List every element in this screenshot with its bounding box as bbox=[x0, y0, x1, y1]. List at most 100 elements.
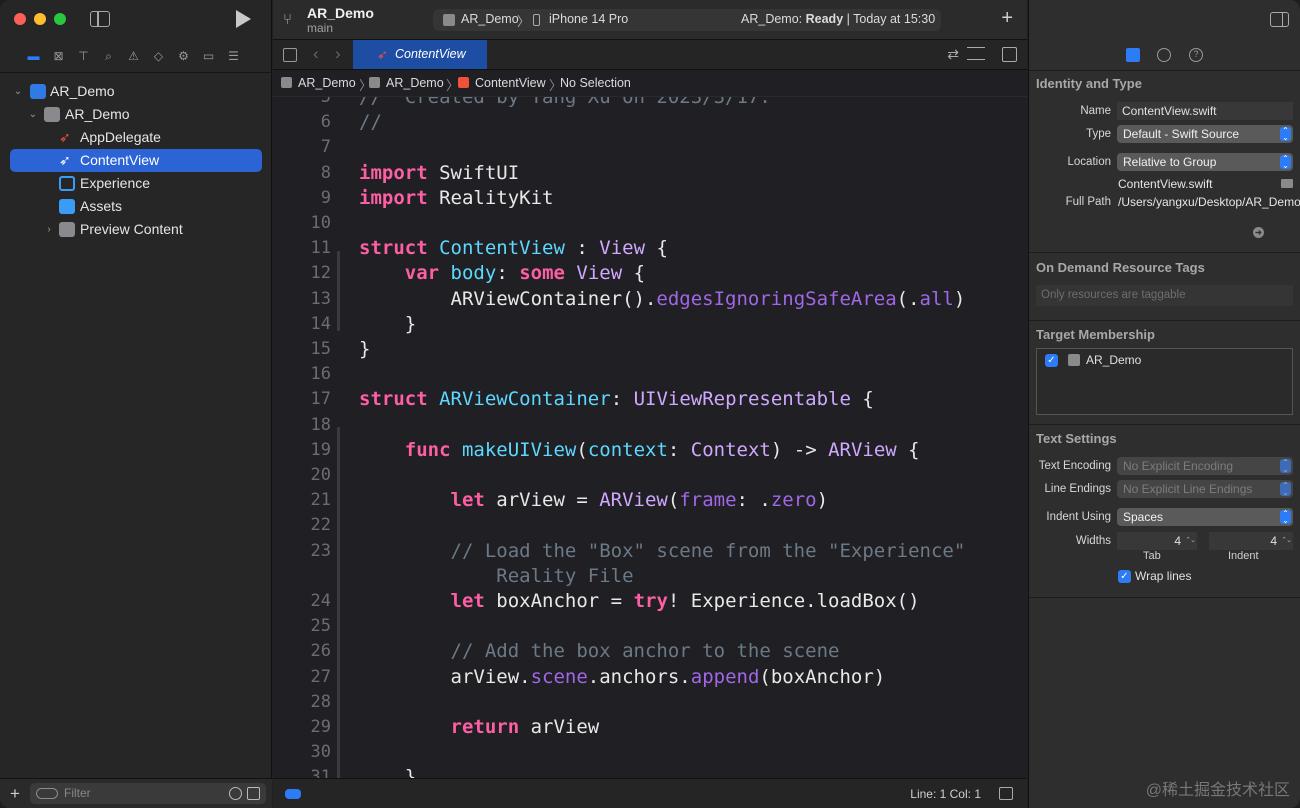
line-number[interactable]: 25 bbox=[273, 614, 331, 639]
code-line[interactable]: 16 bbox=[273, 362, 1027, 387]
panel-toggle-icon[interactable] bbox=[999, 787, 1013, 800]
line-number[interactable]: 10 bbox=[273, 211, 331, 236]
code-line[interactable]: Reality File bbox=[273, 564, 1027, 589]
line-number[interactable]: 18 bbox=[273, 413, 331, 438]
line-number[interactable]: 15 bbox=[273, 337, 331, 362]
line-number[interactable]: 28 bbox=[273, 690, 331, 715]
code-line[interactable]: 19 func makeUIView(context: Context) -> … bbox=[273, 438, 1027, 463]
code-line[interactable]: 20 bbox=[273, 463, 1027, 488]
code-line[interactable]: 24 let boxAnchor = try! Experience.loadB… bbox=[273, 589, 1027, 614]
filter-input[interactable]: Filter bbox=[30, 783, 266, 804]
location-popup[interactable]: Relative to Group ⌃ ⌄ bbox=[1117, 153, 1293, 171]
tree-item-project[interactable]: ⌄ AR_Demo bbox=[0, 80, 272, 103]
issue-icon[interactable]: ⚠ bbox=[126, 49, 141, 63]
code-line[interactable]: 18 bbox=[273, 413, 1027, 438]
inspector-toggle-icon[interactable] bbox=[1270, 12, 1289, 27]
code-line[interactable]: 22 bbox=[273, 513, 1027, 538]
project-title[interactable]: AR_Demo bbox=[307, 5, 374, 21]
code-line[interactable]: 8 import SwiftUI bbox=[273, 161, 1027, 186]
tree-item-group[interactable]: ⌄ AR_Demo bbox=[0, 103, 272, 126]
code-line[interactable]: 6 // bbox=[273, 110, 1027, 135]
wrap-lines-checkbox[interactable]: ✓ bbox=[1118, 570, 1131, 583]
code-line[interactable]: 15} bbox=[273, 337, 1027, 362]
tab-width-stepper[interactable]: 4 bbox=[1117, 532, 1197, 550]
reveal-in-finder-icon[interactable]: ➜ bbox=[1253, 227, 1264, 238]
code-line[interactable]: 21 let arView = ARView(frame: .zero) bbox=[273, 488, 1027, 513]
tree-item-experience[interactable]: Experience bbox=[0, 172, 272, 195]
back-button[interactable]: ‹ bbox=[313, 44, 319, 64]
chevron-right-icon[interactable]: › bbox=[44, 218, 54, 241]
code-line[interactable]: 26 // Add the box anchor to the scene bbox=[273, 639, 1027, 664]
run-button[interactable] bbox=[236, 10, 251, 28]
tags-field[interactable]: Only resources are taggable bbox=[1036, 285, 1293, 306]
add-file-button[interactable]: + bbox=[10, 784, 20, 804]
line-number[interactable]: 31 bbox=[273, 765, 331, 778]
jumpbar-symbol[interactable]: No Selection bbox=[560, 76, 631, 90]
code-line[interactable]: 5 // Created by Yang Xu on 2023/3/17. bbox=[273, 97, 1027, 110]
scm-filter-icon[interactable] bbox=[247, 787, 260, 800]
code-line[interactable]: 11 struct ContentView : View { bbox=[273, 236, 1027, 261]
split-editor-icon[interactable] bbox=[1002, 47, 1017, 62]
code-line[interactable]: 23 // Load the "Box" scene from the "Exp… bbox=[273, 539, 1027, 564]
line-number[interactable]: 27 bbox=[273, 665, 331, 690]
code-line[interactable]: 31 } bbox=[273, 765, 1027, 778]
line-number[interactable]: 19 bbox=[273, 438, 331, 463]
line-number[interactable]: 26 bbox=[273, 639, 331, 664]
library-plus-icon[interactable]: + bbox=[1001, 7, 1013, 30]
tree-item-appdelegate[interactable]: ➶ AppDelegate bbox=[0, 126, 272, 149]
jumpbar-project[interactable]: AR_Demo bbox=[281, 76, 356, 90]
line-number[interactable]: 13 bbox=[273, 287, 331, 312]
related-items-icon[interactable] bbox=[283, 48, 297, 62]
close-window-button[interactable] bbox=[14, 13, 26, 25]
line-number[interactable]: 16 bbox=[273, 362, 331, 387]
minimize-window-button[interactable] bbox=[34, 13, 46, 25]
code-line[interactable]: 25 bbox=[273, 614, 1027, 639]
type-popup[interactable]: Default - Swift Source ⌃ ⌄ bbox=[1117, 125, 1293, 143]
code-line[interactable]: 14 } bbox=[273, 312, 1027, 337]
line-number[interactable]: 9 bbox=[273, 186, 331, 211]
tree-item-preview-content[interactable]: › Preview Content bbox=[0, 218, 272, 241]
jumpbar-file[interactable]: ContentView bbox=[458, 76, 546, 90]
code-line[interactable]: 9 import RealityKit bbox=[273, 186, 1027, 211]
source-control-icon[interactable]: ⊠ bbox=[51, 49, 66, 63]
report-icon[interactable]: ☰ bbox=[226, 49, 241, 63]
search-icon[interactable]: ⌕ bbox=[101, 49, 116, 63]
tab-contentview[interactable]: ➶ ContentView bbox=[353, 40, 487, 69]
sidebar-toggle-icon[interactable] bbox=[90, 11, 110, 27]
zoom-window-button[interactable] bbox=[54, 13, 66, 25]
symbol-icon[interactable]: ⊤ bbox=[76, 49, 91, 63]
line-number[interactable]: 7 bbox=[273, 135, 331, 160]
line-number[interactable]: 12 bbox=[273, 261, 331, 286]
history-inspector-icon[interactable] bbox=[1157, 48, 1171, 62]
folder-icon[interactable] bbox=[1281, 179, 1293, 188]
chevron-down-icon[interactable]: ⌄ bbox=[13, 80, 23, 103]
file-inspector-icon[interactable] bbox=[1126, 48, 1140, 62]
breakpoint-icon[interactable]: ▭ bbox=[201, 49, 216, 63]
line-number[interactable]: 14 bbox=[273, 312, 331, 337]
device-selector[interactable]: iPhone 14 Pro bbox=[549, 12, 628, 26]
swap-icon[interactable]: ⇄ bbox=[947, 46, 959, 63]
tree-item-assets[interactable]: Assets bbox=[0, 195, 272, 218]
help-inspector-icon[interactable]: ? bbox=[1189, 48, 1203, 62]
indent-using-popup[interactable]: Spaces ⌃ ⌄ bbox=[1117, 508, 1293, 526]
line-number[interactable]: 30 bbox=[273, 740, 331, 765]
code-line[interactable]: 17 struct ARViewContainer: UIViewRepresen… bbox=[273, 387, 1027, 412]
line-number[interactable]: 29 bbox=[273, 715, 331, 740]
tree-item-contentview[interactable]: ➶ ContentView bbox=[10, 149, 262, 172]
line-number[interactable]: 24 bbox=[273, 589, 331, 614]
line-number[interactable]: 6 bbox=[273, 110, 331, 135]
code-line[interactable]: 28 bbox=[273, 690, 1027, 715]
recent-files-icon[interactable] bbox=[229, 787, 242, 800]
scheme-selector[interactable]: AR_Demo bbox=[461, 12, 519, 26]
line-number[interactable]: 5 bbox=[273, 97, 331, 110]
chevron-down-icon[interactable]: ⌄ bbox=[28, 103, 38, 126]
code-line[interactable]: 12 var body: some View { bbox=[273, 261, 1027, 286]
jumpbar-group[interactable]: AR_Demo bbox=[369, 76, 444, 90]
line-number[interactable]: 21 bbox=[273, 488, 331, 513]
code-line[interactable]: 10 bbox=[273, 211, 1027, 236]
encoding-popup[interactable]: No Explicit Encoding ⌃ ⌄ bbox=[1117, 457, 1293, 475]
branch-name[interactable]: main bbox=[307, 21, 333, 35]
debug-icon[interactable]: ⚙ bbox=[176, 49, 191, 63]
line-number[interactable]: 11 bbox=[273, 236, 331, 261]
source-editor[interactable]: 5 // Created by Yang Xu on 2023/3/17. 6 // 7… bbox=[273, 97, 1027, 778]
